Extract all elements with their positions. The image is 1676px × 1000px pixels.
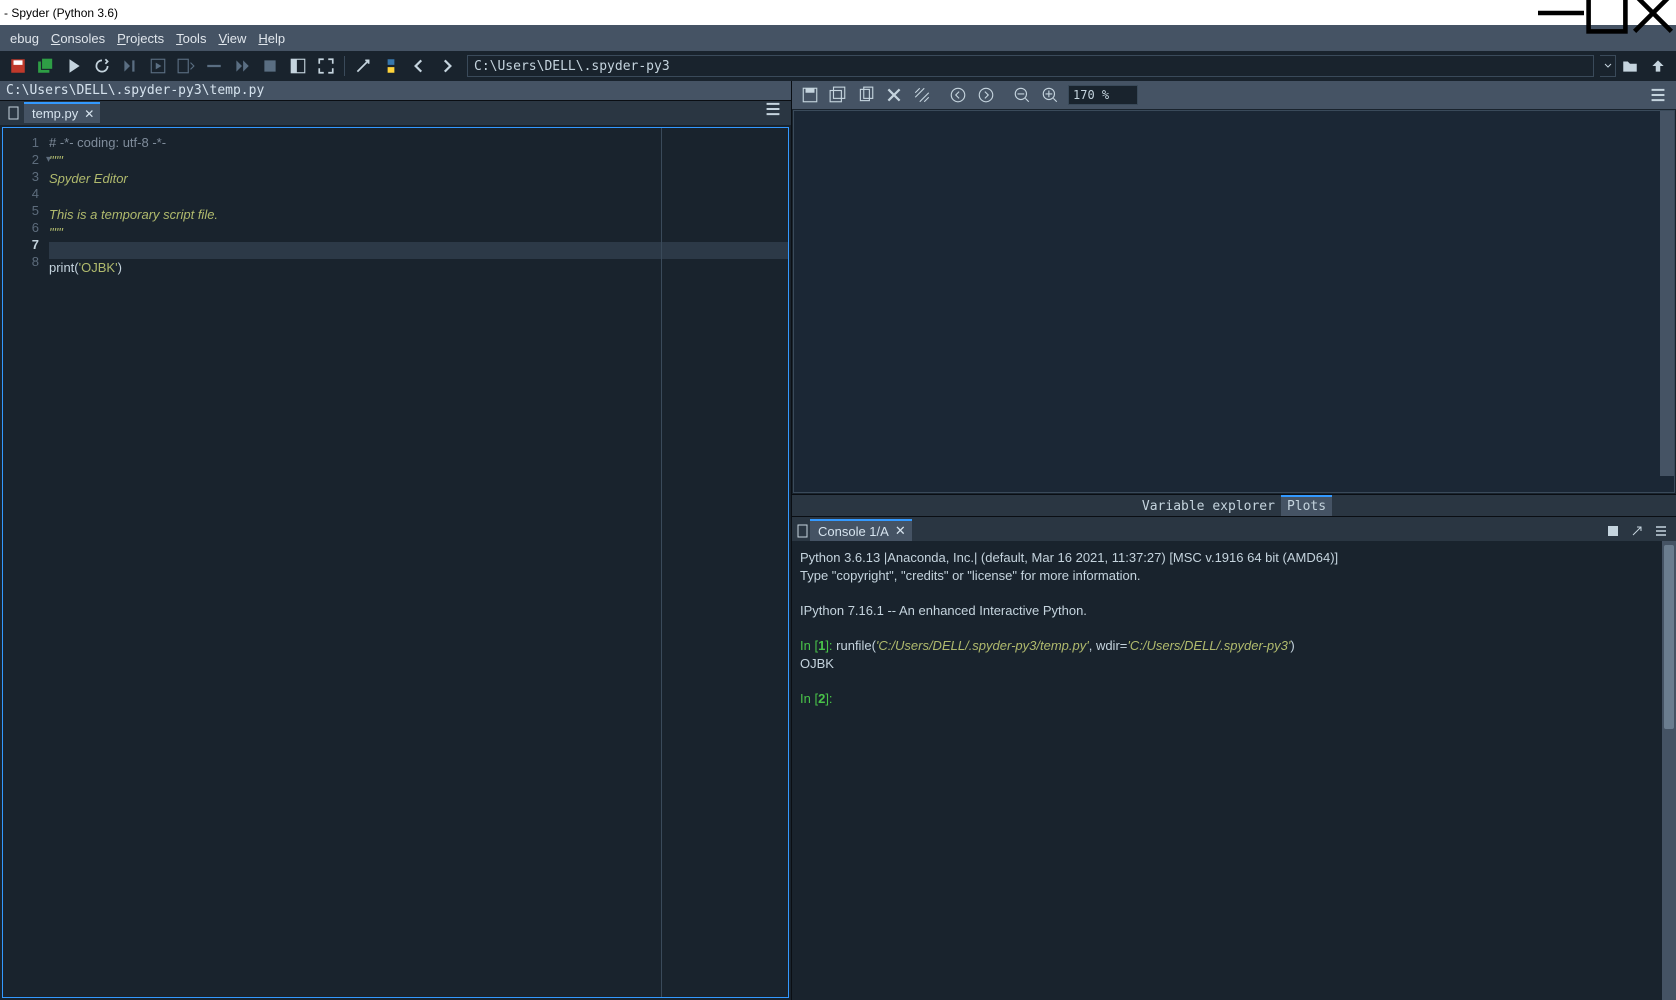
- run-restart-icon[interactable]: [88, 52, 116, 80]
- menu-debug[interactable]: ebug: [4, 28, 45, 49]
- maximize-button[interactable]: [1584, 0, 1630, 25]
- main-toolbar: C:\Users\DELL\.spyder-py3: [0, 51, 1676, 81]
- plot-next-icon[interactable]: [972, 81, 1000, 109]
- editor-ruler: [661, 128, 662, 997]
- menu-help[interactable]: Help: [252, 28, 291, 49]
- preferences-icon[interactable]: [349, 52, 377, 80]
- run-cell-icon[interactable]: [144, 52, 172, 80]
- editor-tab-temp[interactable]: temp.py ✕: [24, 102, 100, 123]
- code-editor[interactable]: 1 2 3 4 5 6 7 8 # -*- coding: utf-8 -*- …: [2, 127, 789, 998]
- tab-close-icon[interactable]: ✕: [84, 107, 94, 121]
- console-scrollbar[interactable]: [1662, 541, 1676, 1000]
- console-clear-icon[interactable]: [1626, 521, 1648, 541]
- menu-view[interactable]: View: [212, 28, 252, 49]
- minimize-button[interactable]: [1538, 0, 1584, 25]
- console-menu-icon[interactable]: [1650, 521, 1672, 541]
- zoom-out-icon[interactable]: [1008, 81, 1036, 109]
- fullscreen-icon[interactable]: [312, 52, 340, 80]
- editor-pathbar: C:\Users\DELL\.spyder-py3\temp.py: [0, 81, 791, 101]
- back-icon[interactable]: [405, 52, 433, 80]
- plots-canvas: [793, 110, 1675, 493]
- open-folder-icon[interactable]: [1616, 52, 1644, 80]
- tab-plots[interactable]: Plots: [1281, 495, 1332, 516]
- editor-tabbar: temp.py ✕: [0, 101, 791, 125]
- menu-projects[interactable]: Projects: [111, 28, 170, 49]
- console-tab-label: Console 1/A: [818, 524, 889, 539]
- run-icon[interactable]: [60, 52, 88, 80]
- tab-label: temp.py: [32, 106, 78, 121]
- plots-scrollbar[interactable]: [1660, 111, 1674, 476]
- plot-clear-icon[interactable]: [908, 81, 936, 109]
- menu-consoles[interactable]: Consoles: [45, 28, 111, 49]
- cwd-dropdown-icon[interactable]: [1600, 55, 1616, 77]
- plot-prev-icon[interactable]: [944, 81, 972, 109]
- menu-tools[interactable]: Tools: [170, 28, 212, 49]
- save-all-icon[interactable]: [32, 52, 60, 80]
- ipython-console[interactable]: Python 3.6.13 |Anaconda, Inc.| (default,…: [792, 541, 1676, 1000]
- cwd-input[interactable]: C:\Users\DELL\.spyder-py3: [467, 55, 1594, 77]
- document-icon: [4, 103, 24, 123]
- stop-icon[interactable]: [256, 52, 284, 80]
- close-button[interactable]: [1630, 0, 1676, 25]
- zoom-level[interactable]: 170 %: [1068, 85, 1138, 105]
- editor-gutter: 1 2 3 4 5 6 7 8: [3, 128, 49, 997]
- run-cell-advance-icon[interactable]: [172, 52, 200, 80]
- up-folder-icon[interactable]: [1644, 52, 1672, 80]
- window-title: - Spyder (Python 3.6): [4, 6, 118, 20]
- plot-copy-icon[interactable]: [852, 81, 880, 109]
- zoom-in-icon[interactable]: [1036, 81, 1064, 109]
- continue-icon[interactable]: [228, 52, 256, 80]
- plots-menu-icon[interactable]: [1644, 81, 1672, 109]
- code-area[interactable]: # -*- coding: utf-8 -*- """ Spyder Edito…: [49, 128, 788, 997]
- console-tab-close-icon[interactable]: ✕: [895, 523, 906, 539]
- right-top-tabs: Variable explorer Plots: [792, 494, 1676, 516]
- plot-delete-icon[interactable]: [880, 81, 908, 109]
- forward-icon[interactable]: [433, 52, 461, 80]
- titlebar: - Spyder (Python 3.6): [0, 0, 1676, 25]
- python-icon[interactable]: [377, 52, 405, 80]
- console-tab[interactable]: Console 1/A ✕: [810, 519, 912, 541]
- step-into-icon[interactable]: [116, 52, 144, 80]
- save-icon[interactable]: [4, 52, 32, 80]
- layout-icon[interactable]: [284, 52, 312, 80]
- console-doc-icon: [796, 524, 810, 541]
- plot-save-icon[interactable]: [796, 81, 824, 109]
- console-tabbar: Console 1/A ✕: [792, 517, 1676, 541]
- tab-variable-explorer[interactable]: Variable explorer: [1136, 497, 1281, 516]
- console-stop-icon[interactable]: [1602, 521, 1624, 541]
- plots-toolbar: 170 %: [792, 81, 1676, 109]
- toolbar-separator: [344, 56, 345, 76]
- editor-menu-icon[interactable]: [759, 95, 787, 123]
- plot-save-all-icon[interactable]: [824, 81, 852, 109]
- menubar: ebug Consoles Projects Tools View Help: [0, 25, 1676, 51]
- debug-step-icon[interactable]: [200, 52, 228, 80]
